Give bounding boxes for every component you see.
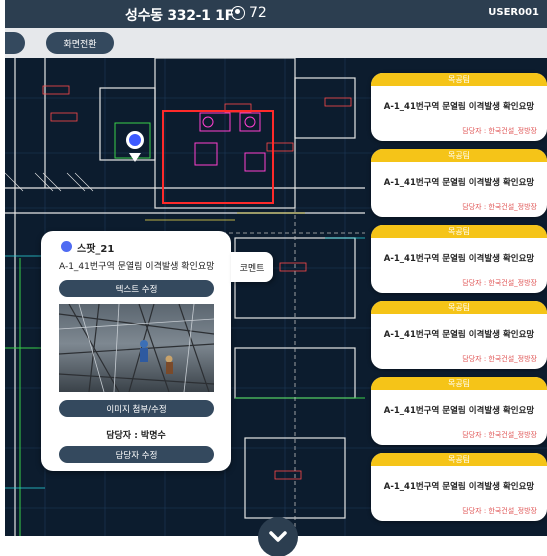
issue-title: A-1_41번구역 문열림 이격발생 확인요망 <box>383 254 535 264</box>
spot-name: 스팟_21 <box>77 244 115 255</box>
floor-title: 성수동 332-1 1F <box>125 8 234 24</box>
spot-description: A-1_41번구역 문열림 이격발생 확인요망 <box>59 262 215 272</box>
spot-dot-icon <box>61 241 72 252</box>
issue-card[interactable]: 목공팀 A-1_41번구역 문열림 이격발생 확인요망 담당자 : 한국건설_정… <box>371 453 547 521</box>
scroll-down-button[interactable] <box>258 517 298 556</box>
issue-owner: 담당자 : 한국건설_정방장 <box>462 507 537 515</box>
team-label: 목공팀 <box>371 73 547 86</box>
issue-title: A-1_41번구역 문열림 이격발생 확인요망 <box>383 102 535 112</box>
site-photo-image <box>59 304 214 392</box>
comment-tab[interactable]: 코멘트 <box>231 252 273 282</box>
owner-text: 담당자 : 박명수 <box>106 431 166 441</box>
team-label: 목공팀 <box>371 149 547 162</box>
issue-title: A-1_41번구역 문열림 이격발생 확인요망 <box>383 482 535 492</box>
user-icon <box>231 6 245 20</box>
issue-owner: 담당자 : 한국건설_정방장 <box>462 279 537 287</box>
owner-edit-button[interactable]: 담당자 수정 <box>59 446 214 463</box>
image-attach-button[interactable]: 이미지 첨부/수정 <box>59 400 214 417</box>
chevron-down-icon <box>269 531 287 542</box>
issue-owner: 담당자 : 한국건설_정방장 <box>462 431 537 439</box>
issue-owner: 담당자 : 한국건설_정방장 <box>462 203 537 211</box>
issue-card[interactable]: 목공팀 A-1_41번구역 문열림 이격발생 확인요망 담당자 : 한국건설_정… <box>371 377 547 445</box>
online-users: 72 <box>231 5 267 21</box>
spot-pointer <box>129 153 141 162</box>
spot-marker[interactable] <box>126 131 144 149</box>
issue-card[interactable]: 목공팀 A-1_41번구역 문열림 이격발생 확인요망 담당자 : 한국건설_정… <box>371 73 547 141</box>
issue-title: A-1_41번구역 문열림 이격발생 확인요망 <box>383 178 535 188</box>
issue-title: A-1_41번구역 문열림 이격발생 확인요망 <box>383 330 535 340</box>
user-count: 72 <box>249 5 267 21</box>
top-bar: 성수동 332-1 1F 72 USER001 <box>5 0 547 28</box>
spot-popup: 스팟_21 A-1_41번구역 문열림 이격발생 확인요망 텍스트 수정 이미지… <box>41 231 231 471</box>
issue-title: A-1_41번구역 문열림 이격발생 확인요망 <box>383 406 535 416</box>
text-edit-button[interactable]: 텍스트 수정 <box>59 280 214 297</box>
issue-owner: 담당자 : 한국건설_정방장 <box>462 355 537 363</box>
highlight-area <box>162 110 274 204</box>
issue-card[interactable]: 목공팀 A-1_41번구역 문열림 이격발생 확인요망 담당자 : 한국건설_정… <box>371 225 547 293</box>
app-frame: 성수동 332-1 1F 72 USER001 화면전환 스팟_21 A-1_4… <box>5 0 547 556</box>
team-label: 목공팀 <box>371 453 547 466</box>
issue-owner: 담당자 : 한국건설_정방장 <box>462 127 537 135</box>
spot-photo <box>59 304 214 392</box>
screen-switch-button[interactable]: 화면전환 <box>46 32 114 54</box>
team-label: 목공팀 <box>371 377 547 390</box>
team-label: 목공팀 <box>371 225 547 238</box>
issue-card[interactable]: 목공팀 A-1_41번구역 문열림 이격발생 확인요망 담당자 : 한국건설_정… <box>371 301 547 369</box>
issue-card[interactable]: 목공팀 A-1_41번구역 문열림 이격발생 확인요망 담당자 : 한국건설_정… <box>371 149 547 217</box>
team-label: 목공팀 <box>371 301 547 314</box>
user-id[interactable]: USER001 <box>488 7 539 18</box>
